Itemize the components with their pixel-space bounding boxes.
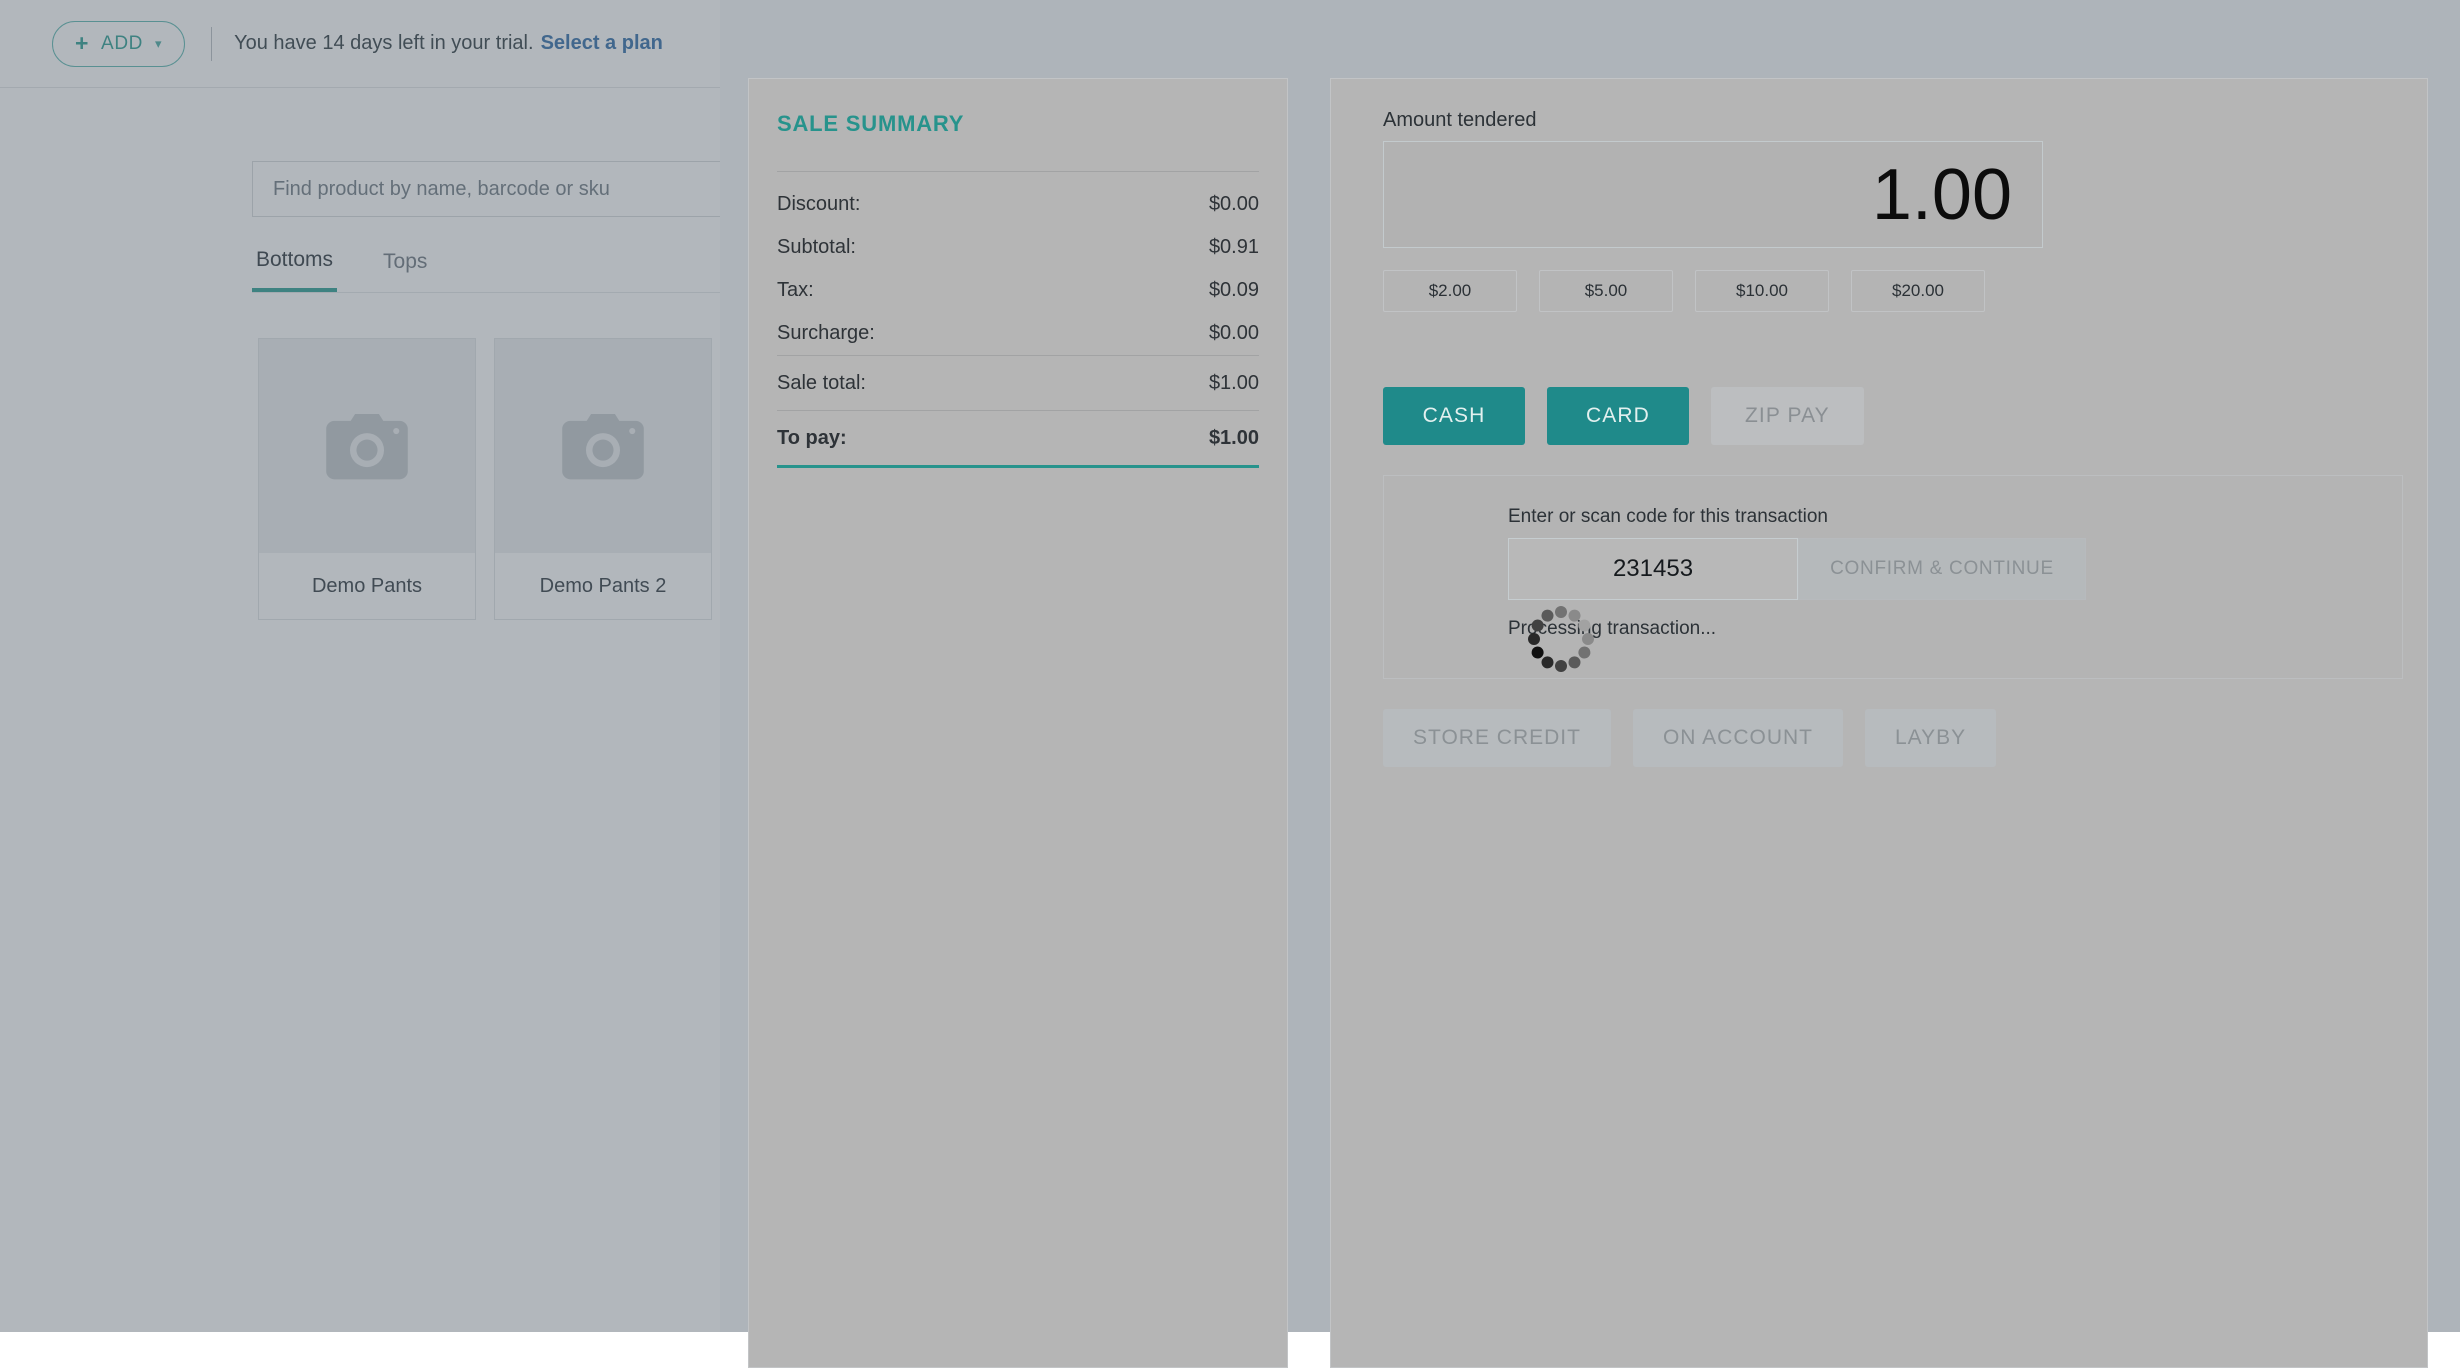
transaction-status-text: Processing transaction... bbox=[1508, 618, 1716, 640]
payment-panel: Amount tendered 1.00 $2.00 $5.00 $10.00 … bbox=[1330, 78, 2428, 1368]
summary-value: $0.09 bbox=[1209, 279, 1259, 302]
payment-method-buttons: CASH CARD ZIP PAY bbox=[1383, 387, 1864, 445]
layby-button[interactable]: LAYBY bbox=[1865, 709, 1996, 767]
spinner-dot bbox=[1555, 606, 1567, 618]
divider-accent bbox=[777, 465, 1259, 468]
summary-label: To pay: bbox=[777, 427, 847, 450]
quick-amount-2[interactable]: $2.00 bbox=[1383, 270, 1517, 312]
summary-label: Subtotal: bbox=[777, 236, 856, 259]
amount-tendered-input[interactable]: 1.00 bbox=[1383, 141, 2043, 248]
transaction-code-label: Enter or scan code for this transaction bbox=[1508, 506, 1828, 528]
summary-value: $0.00 bbox=[1209, 193, 1259, 216]
summary-row-sale-total: Sale total: $1.00 bbox=[777, 356, 1259, 410]
summary-label: Sale total: bbox=[777, 372, 866, 395]
sale-summary-title: SALE SUMMARY bbox=[777, 111, 964, 137]
card-button[interactable]: CARD bbox=[1547, 387, 1689, 445]
quick-amount-buttons: $2.00 $5.00 $10.00 $20.00 bbox=[1383, 270, 1985, 312]
spinner-dot bbox=[1529, 644, 1545, 660]
spinner-dot bbox=[1555, 660, 1567, 672]
store-credit-button[interactable]: STORE CREDIT bbox=[1383, 709, 1611, 767]
summary-row-to-pay: To pay: $1.00 bbox=[777, 411, 1259, 465]
quick-amount-10[interactable]: $10.00 bbox=[1695, 270, 1829, 312]
summary-value: $1.00 bbox=[1209, 372, 1259, 395]
summary-row-surcharge: Surcharge: $0.00 bbox=[777, 312, 1259, 355]
summary-value: $1.00 bbox=[1209, 427, 1259, 450]
on-account-button[interactable]: ON ACCOUNT bbox=[1633, 709, 1843, 767]
sale-summary-panel: SALE SUMMARY Discount: $0.00 Subtotal: $… bbox=[748, 78, 1288, 1368]
summary-value: $0.91 bbox=[1209, 236, 1259, 259]
payment-modal: SALE SUMMARY Discount: $0.00 Subtotal: $… bbox=[720, 0, 2460, 1332]
summary-label: Tax: bbox=[777, 279, 814, 302]
quick-amount-20[interactable]: $20.00 bbox=[1851, 270, 1985, 312]
spinner-dot bbox=[1576, 644, 1592, 660]
summary-label: Discount: bbox=[777, 193, 860, 216]
confirm-and-continue-button[interactable]: CONFIRM & CONTINUE bbox=[1798, 538, 2086, 600]
amount-tendered-label: Amount tendered bbox=[1383, 109, 1536, 132]
transaction-code-section: Enter or scan code for this transaction … bbox=[1383, 475, 2403, 679]
summary-row-subtotal: Subtotal: $0.91 bbox=[777, 226, 1259, 269]
spinner-dot bbox=[1566, 654, 1582, 670]
zip-pay-button[interactable]: ZIP PAY bbox=[1711, 387, 1864, 445]
secondary-payment-buttons: STORE CREDIT ON ACCOUNT LAYBY bbox=[1383, 709, 1996, 767]
divider bbox=[777, 171, 1259, 172]
quick-amount-5[interactable]: $5.00 bbox=[1539, 270, 1673, 312]
summary-label: Surcharge: bbox=[777, 322, 875, 345]
summary-value: $0.00 bbox=[1209, 322, 1259, 345]
spinner-dot bbox=[1539, 654, 1555, 670]
summary-row-discount: Discount: $0.00 bbox=[777, 183, 1259, 226]
sale-summary-body: Discount: $0.00 Subtotal: $0.91 Tax: $0.… bbox=[777, 171, 1259, 468]
cash-button[interactable]: CASH bbox=[1383, 387, 1525, 445]
transaction-code-input[interactable] bbox=[1508, 538, 1798, 600]
summary-row-tax: Tax: $0.09 bbox=[777, 269, 1259, 312]
